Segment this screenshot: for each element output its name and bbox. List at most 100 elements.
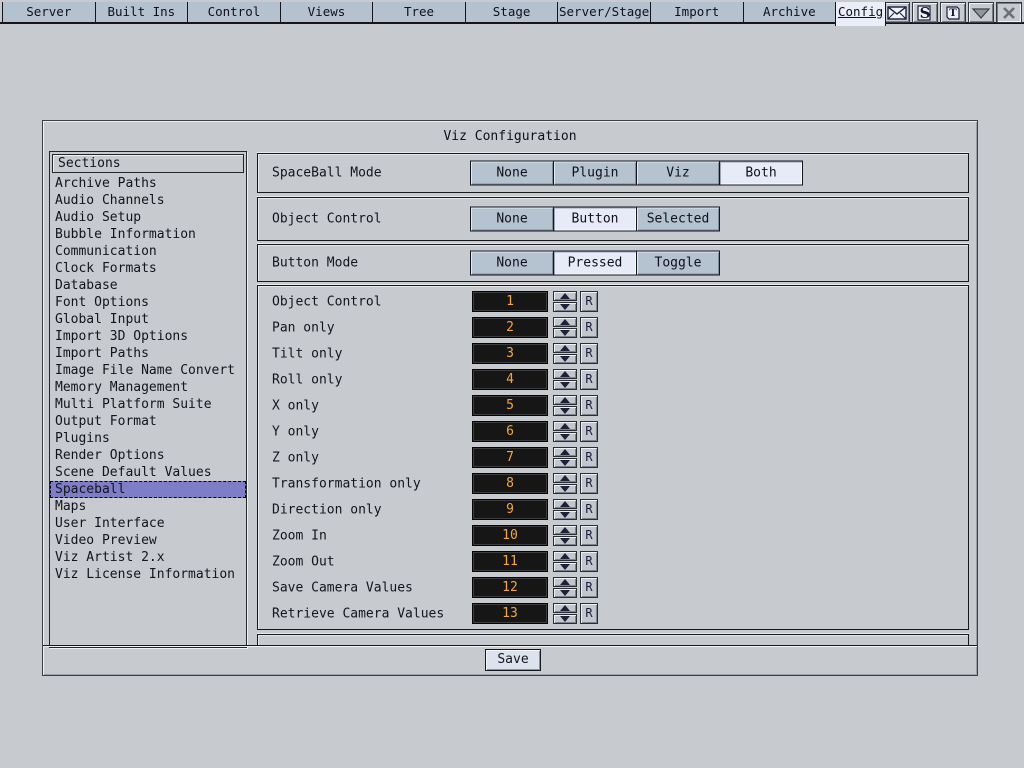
spinner-up-icon[interactable] [553, 369, 577, 379]
sidebar-item-import-3d-options[interactable]: Import 3D Options [50, 328, 246, 345]
spaceball-mode-option-plugin[interactable]: Plugin [553, 161, 637, 186]
dropdown-icon[interactable] [968, 2, 994, 23]
spinner-up-icon[interactable] [553, 499, 577, 509]
spinner-down-icon[interactable] [553, 588, 577, 598]
mapping-value-field[interactable]: 8 [472, 473, 548, 494]
mapping-value-field[interactable]: 12 [472, 577, 548, 598]
tab-tree[interactable]: Tree [372, 2, 465, 22]
spinner-down-icon[interactable] [553, 406, 577, 416]
sidebar-item-clock-formats[interactable]: Clock Formats [50, 260, 246, 277]
mail-icon[interactable] [884, 2, 910, 23]
tab-built-ins[interactable]: Built Ins [95, 2, 188, 22]
spinner-down-icon[interactable] [553, 614, 577, 624]
sidebar-item-audio-setup[interactable]: Audio Setup [50, 209, 246, 226]
sidebar-item-output-format[interactable]: Output Format [50, 413, 246, 430]
sidebar-item-bubble-information[interactable]: Bubble Information [50, 226, 246, 243]
spinner-up-icon[interactable] [553, 473, 577, 483]
sidebar-item-archive-paths[interactable]: Archive Paths [50, 175, 246, 192]
save-button[interactable]: Save [485, 649, 541, 671]
tab-import[interactable]: Import [650, 2, 743, 22]
sidebar-item-viz-license-information[interactable]: Viz License Information [50, 566, 246, 583]
mapping-value-field[interactable]: 4 [472, 369, 548, 390]
mapping-value-field[interactable]: 11 [472, 551, 548, 572]
spinner-up-icon[interactable] [553, 395, 577, 405]
reset-button[interactable]: R [580, 525, 598, 546]
sidebar-item-spaceball[interactable]: Spaceball [50, 481, 246, 498]
spinner-down-icon[interactable] [553, 354, 577, 364]
mapping-value-field[interactable]: 10 [472, 525, 548, 546]
spaceball-mode-option-viz[interactable]: Viz [636, 161, 720, 186]
close-icon[interactable] [996, 2, 1022, 23]
tab-config[interactable]: Config [835, 2, 886, 26]
object-control-option-selected[interactable]: Selected [636, 207, 720, 232]
reset-button[interactable]: R [580, 603, 598, 624]
reset-button[interactable]: R [580, 343, 598, 364]
reset-button[interactable]: R [580, 473, 598, 494]
sidebar-item-global-input[interactable]: Global Input [50, 311, 246, 328]
tab-stage[interactable]: Stage [465, 2, 558, 22]
sidebar-item-scene-default-values[interactable]: Scene Default Values [50, 464, 246, 481]
sidebar-item-database[interactable]: Database [50, 277, 246, 294]
mapping-value-field[interactable]: 7 [472, 447, 548, 468]
tab-server-stage[interactable]: Server/Stage [557, 2, 650, 22]
spinner-up-icon[interactable] [553, 551, 577, 561]
mapping-value-field[interactable]: 1 [472, 291, 548, 312]
button-mode-option-toggle[interactable]: Toggle [636, 251, 720, 276]
spinner-down-icon[interactable] [553, 484, 577, 494]
sidebar-item-user-interface[interactable]: User Interface [50, 515, 246, 532]
sidebar-item-render-options[interactable]: Render Options [50, 447, 246, 464]
reset-button[interactable]: R [580, 395, 598, 416]
reset-button[interactable]: R [580, 499, 598, 520]
spinner-down-icon[interactable] [553, 328, 577, 338]
spinner-up-icon[interactable] [553, 525, 577, 535]
button-mode-option-none[interactable]: None [470, 251, 554, 276]
spinner-down-icon[interactable] [553, 432, 577, 442]
spinner-up-icon[interactable] [553, 603, 577, 613]
spaceball-mode-option-none[interactable]: None [470, 161, 554, 186]
mapping-value-field[interactable]: 9 [472, 499, 548, 520]
mapping-value-field[interactable]: 3 [472, 343, 548, 364]
tab-archive[interactable]: Archive [743, 2, 836, 22]
sidebar-item-import-paths[interactable]: Import Paths [50, 345, 246, 362]
sidebar-item-image-file-name-convert[interactable]: Image File Name Convert [50, 362, 246, 379]
sidebar-item-audio-channels[interactable]: Audio Channels [50, 192, 246, 209]
spinner-up-icon[interactable] [553, 291, 577, 301]
spinner-up-icon[interactable] [553, 577, 577, 587]
sidebar-item-memory-management[interactable]: Memory Management [50, 379, 246, 396]
reset-button[interactable]: R [580, 369, 598, 390]
button-mode-option-pressed[interactable]: Pressed [553, 251, 637, 276]
spinner-down-icon[interactable] [553, 302, 577, 312]
spinner-up-icon[interactable] [553, 447, 577, 457]
spaceball-mode-option-both[interactable]: Both [719, 161, 803, 186]
sidebar-item-font-options[interactable]: Font Options [50, 294, 246, 311]
document-icon[interactable]: T [940, 2, 966, 23]
reset-button[interactable]: R [580, 577, 598, 598]
sidebar-item-multi-platform-suite[interactable]: Multi Platform Suite [50, 396, 246, 413]
spinner-up-icon[interactable] [553, 421, 577, 431]
reset-button[interactable]: R [580, 291, 598, 312]
mapping-value-field[interactable]: 2 [472, 317, 548, 338]
reset-button[interactable]: R [580, 421, 598, 442]
tab-views[interactable]: Views [280, 2, 373, 22]
tab-server[interactable]: Server [2, 2, 95, 22]
script-icon[interactable]: S [912, 2, 938, 23]
sidebar-item-maps[interactable]: Maps [50, 498, 246, 515]
mapping-value-field[interactable]: 13 [472, 603, 548, 624]
reset-button[interactable]: R [580, 317, 598, 338]
sidebar-item-video-preview[interactable]: Video Preview [50, 532, 246, 549]
spinner-down-icon[interactable] [553, 380, 577, 390]
reset-button[interactable]: R [580, 447, 598, 468]
sidebar-item-communication[interactable]: Communication [50, 243, 246, 260]
mapping-value-field[interactable]: 5 [472, 395, 548, 416]
spinner-down-icon[interactable] [553, 562, 577, 572]
spinner-up-icon[interactable] [553, 317, 577, 327]
mapping-value-field[interactable]: 6 [472, 421, 548, 442]
spinner-up-icon[interactable] [553, 343, 577, 353]
spinner-down-icon[interactable] [553, 458, 577, 468]
reset-button[interactable]: R [580, 551, 598, 572]
object-control-option-button[interactable]: Button [553, 207, 637, 232]
spinner-down-icon[interactable] [553, 536, 577, 546]
sidebar-item-viz-artist-2-x[interactable]: Viz Artist 2.x [50, 549, 246, 566]
object-control-option-none[interactable]: None [470, 207, 554, 232]
tab-control[interactable]: Control [187, 2, 280, 22]
